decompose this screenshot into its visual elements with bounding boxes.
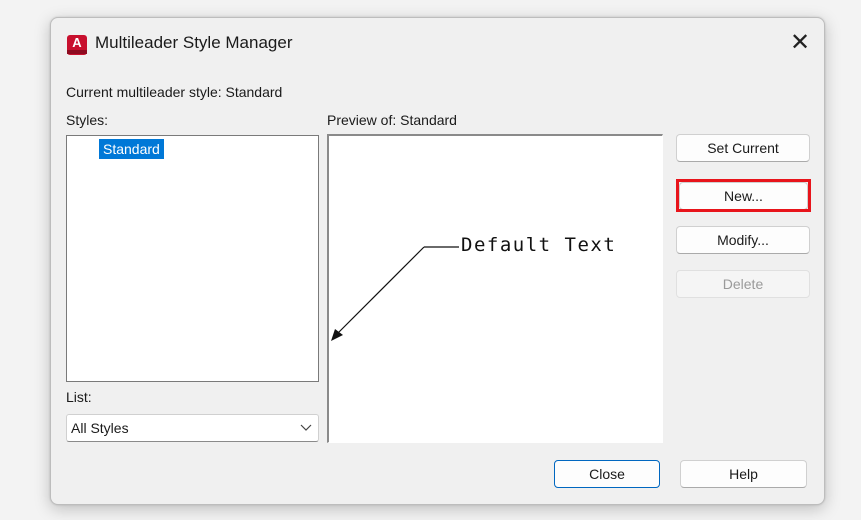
preview-label: Preview of: Standard <box>327 112 457 128</box>
leader-preview-graphic <box>331 246 459 341</box>
list-label: List: <box>66 389 92 405</box>
title-bar: A Multileader Style Manager ✕ <box>51 18 824 70</box>
autocad-app-icon: A <box>67 35 87 55</box>
help-button[interactable]: Help <box>680 460 807 488</box>
dialog-title: Multileader Style Manager <box>95 33 293 52</box>
chevron-down-icon <box>300 424 312 431</box>
list-filter-value: All Styles <box>71 420 129 436</box>
close-button[interactable]: Close <box>554 460 660 488</box>
delete-button[interactable]: Delete <box>676 270 810 298</box>
list-filter-select[interactable]: All Styles <box>66 414 319 442</box>
styles-list[interactable]: Standard <box>66 135 319 382</box>
style-preview-pane: Default Text <box>327 134 663 443</box>
leader-line <box>332 246 425 339</box>
close-icon[interactable]: ✕ <box>784 28 816 60</box>
set-current-button[interactable]: Set Current <box>676 134 810 162</box>
leader-arrowhead <box>331 329 343 341</box>
current-style-label: Current multileader style: Standard <box>66 84 283 100</box>
styles-label: Styles: <box>66 112 109 128</box>
modify-button[interactable]: Modify... <box>676 226 810 254</box>
multileader-style-manager-dialog: A Multileader Style Manager ✕ Current mu… <box>50 17 825 505</box>
style-item-standard[interactable]: Standard <box>99 139 164 159</box>
preview-default-text: Default Text <box>461 234 617 256</box>
new-style-button[interactable]: New... <box>679 182 808 210</box>
